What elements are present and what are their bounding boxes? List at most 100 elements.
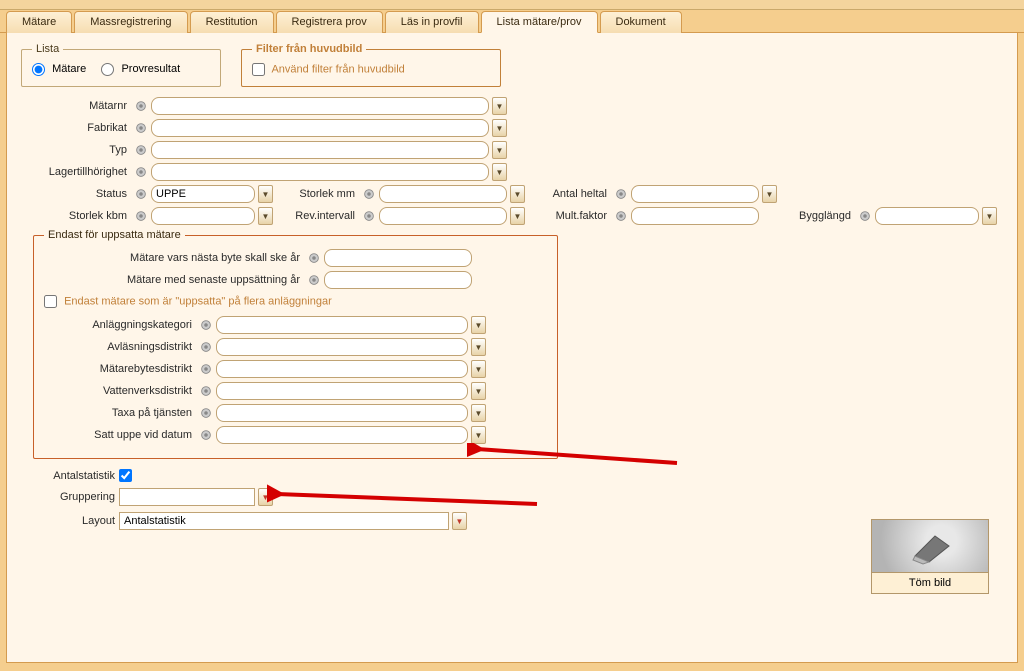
input-taxa[interactable] [216,404,468,422]
dropdown-vattenverks[interactable]: ▼ [471,382,486,400]
input-senaste-upps[interactable] [324,271,472,289]
input-matarebytes[interactable] [216,360,468,378]
input-layout[interactable] [119,512,449,530]
tom-bild-button[interactable]: Töm bild [871,519,989,594]
tabs-container: Mätare Massregistrering Restitution Regi… [0,10,1024,33]
label-matarebytes: Mätarebytesdistrikt [44,363,196,375]
dropdown-status[interactable]: ▼ [258,185,273,203]
label-avlasning: Avläsningsdistrikt [44,341,196,353]
label-antalstatistik: Antalstatistik [33,470,119,482]
gear-icon[interactable] [134,209,148,223]
input-gruppering[interactable] [119,488,255,506]
label-taxa: Taxa på tjänsten [44,407,196,419]
gear-icon[interactable] [307,251,321,265]
checkbox-antalstatistik[interactable] [119,469,132,482]
dropdown-avlasning[interactable]: ▼ [471,338,486,356]
tab-registrera-prov[interactable]: Registrera prov [276,11,383,33]
tom-bild-caption: Töm bild [872,572,988,593]
dropdown-antal-heltal[interactable]: ▼ [762,185,777,203]
filter-fieldset: Filter från huvudbild Använd filter från… [241,43,501,87]
filter-checkbox[interactable] [252,63,265,76]
filter-checkbox-text: Använd filter från huvudbild [271,63,404,75]
checkbox-flera[interactable] [44,295,57,308]
input-satt-uppe[interactable] [216,426,468,444]
dropdown-gruppering[interactable]: ▼ [258,488,273,506]
dropdown-fabrikat[interactable]: ▼ [492,119,507,137]
radio-provresultat-text: Provresultat [121,63,180,75]
input-mult-faktor[interactable] [631,207,759,225]
gear-icon[interactable] [134,187,148,201]
input-lager[interactable] [151,163,489,181]
dropdown-rev-intervall[interactable]: ▼ [510,207,525,225]
gear-icon[interactable] [614,187,628,201]
input-vattenverks[interactable] [216,382,468,400]
dropdown-storlek-mm[interactable]: ▼ [510,185,525,203]
input-typ[interactable] [151,141,489,159]
tab-lista-matare-prov[interactable]: Lista mätare/prov [481,11,598,33]
dropdown-anlaggning[interactable]: ▼ [471,316,486,334]
tab-las-in-provfil[interactable]: Läs in provfil [385,11,479,33]
gear-icon[interactable] [134,165,148,179]
label-rev-intervall: Rev.intervall [287,210,359,222]
dropdown-typ[interactable]: ▼ [492,141,507,159]
gear-icon[interactable] [199,340,213,354]
input-antal-heltal[interactable] [631,185,759,203]
dropdown-matarnr[interactable]: ▼ [492,97,507,115]
gear-icon[interactable] [134,143,148,157]
tab-restitution[interactable]: Restitution [190,11,274,33]
dropdown-satt-uppe[interactable]: ▼ [471,426,486,444]
input-storlek-mm[interactable] [379,185,507,203]
gear-icon[interactable] [858,209,872,223]
label-matarnr: Mätarnr [33,100,131,112]
input-status[interactable] [151,185,255,203]
dropdown-taxa[interactable]: ▼ [471,404,486,422]
label-senaste-upps: Mätare med senaste uppsättning år [44,274,304,286]
radio-provresultat[interactable] [101,63,114,76]
input-anlaggning[interactable] [216,316,468,334]
input-bygglangd[interactable] [875,207,979,225]
radio-matare-text: Mätare [52,63,86,75]
input-storlek-kbm[interactable] [151,207,255,225]
label-storlek-mm: Storlek mm [287,188,359,200]
dropdown-layout[interactable]: ▼ [452,512,467,530]
label-bygglangd: Bygglängd [795,210,855,222]
gear-icon[interactable] [362,209,376,223]
label-gruppering: Gruppering [33,491,119,503]
input-rev-intervall[interactable] [379,207,507,225]
lista-legend: Lista [32,43,63,55]
tab-massregistrering[interactable]: Massregistrering [74,11,187,33]
radio-matare[interactable] [32,63,45,76]
label-layout: Layout [33,515,119,527]
gear-icon[interactable] [362,187,376,201]
dropdown-matarebytes[interactable]: ▼ [471,360,486,378]
lista-fieldset: Lista Mätare Provresultat [21,43,221,87]
gear-icon[interactable] [199,362,213,376]
gear-icon[interactable] [614,209,628,223]
tab-dokument[interactable]: Dokument [600,11,682,33]
dropdown-lager[interactable]: ▼ [492,163,507,181]
gear-icon[interactable] [134,121,148,135]
input-fabrikat[interactable] [151,119,489,137]
input-avlasning[interactable] [216,338,468,356]
input-matarnr[interactable] [151,97,489,115]
gear-icon[interactable] [199,384,213,398]
gear-icon[interactable] [134,99,148,113]
gear-icon[interactable] [199,406,213,420]
radio-provresultat-label[interactable]: Provresultat [101,63,180,75]
label-lager: Lagertillhörighet [33,166,131,178]
label-mult-faktor: Mult.faktor [539,210,611,222]
main-content: Lista Mätare Provresultat Filter från hu… [6,33,1018,663]
endast-legend: Endast för uppsatta mätare [44,229,185,241]
label-fabrikat: Fabrikat [33,122,131,134]
endast-fieldset: Endast för uppsatta mätare Mätare vars n… [33,229,558,459]
gear-icon[interactable] [307,273,321,287]
label-byte-ar: Mätare vars nästa byte skall ske år [44,252,304,264]
label-satt-uppe: Satt uppe vid datum [44,429,196,441]
dropdown-bygglangd[interactable]: ▼ [982,207,997,225]
gear-icon[interactable] [199,318,213,332]
radio-matare-label[interactable]: Mätare [32,63,89,75]
tab-matare[interactable]: Mätare [6,11,72,33]
dropdown-storlek-kbm[interactable]: ▼ [258,207,273,225]
input-byte-ar[interactable] [324,249,472,267]
gear-icon[interactable] [199,428,213,442]
